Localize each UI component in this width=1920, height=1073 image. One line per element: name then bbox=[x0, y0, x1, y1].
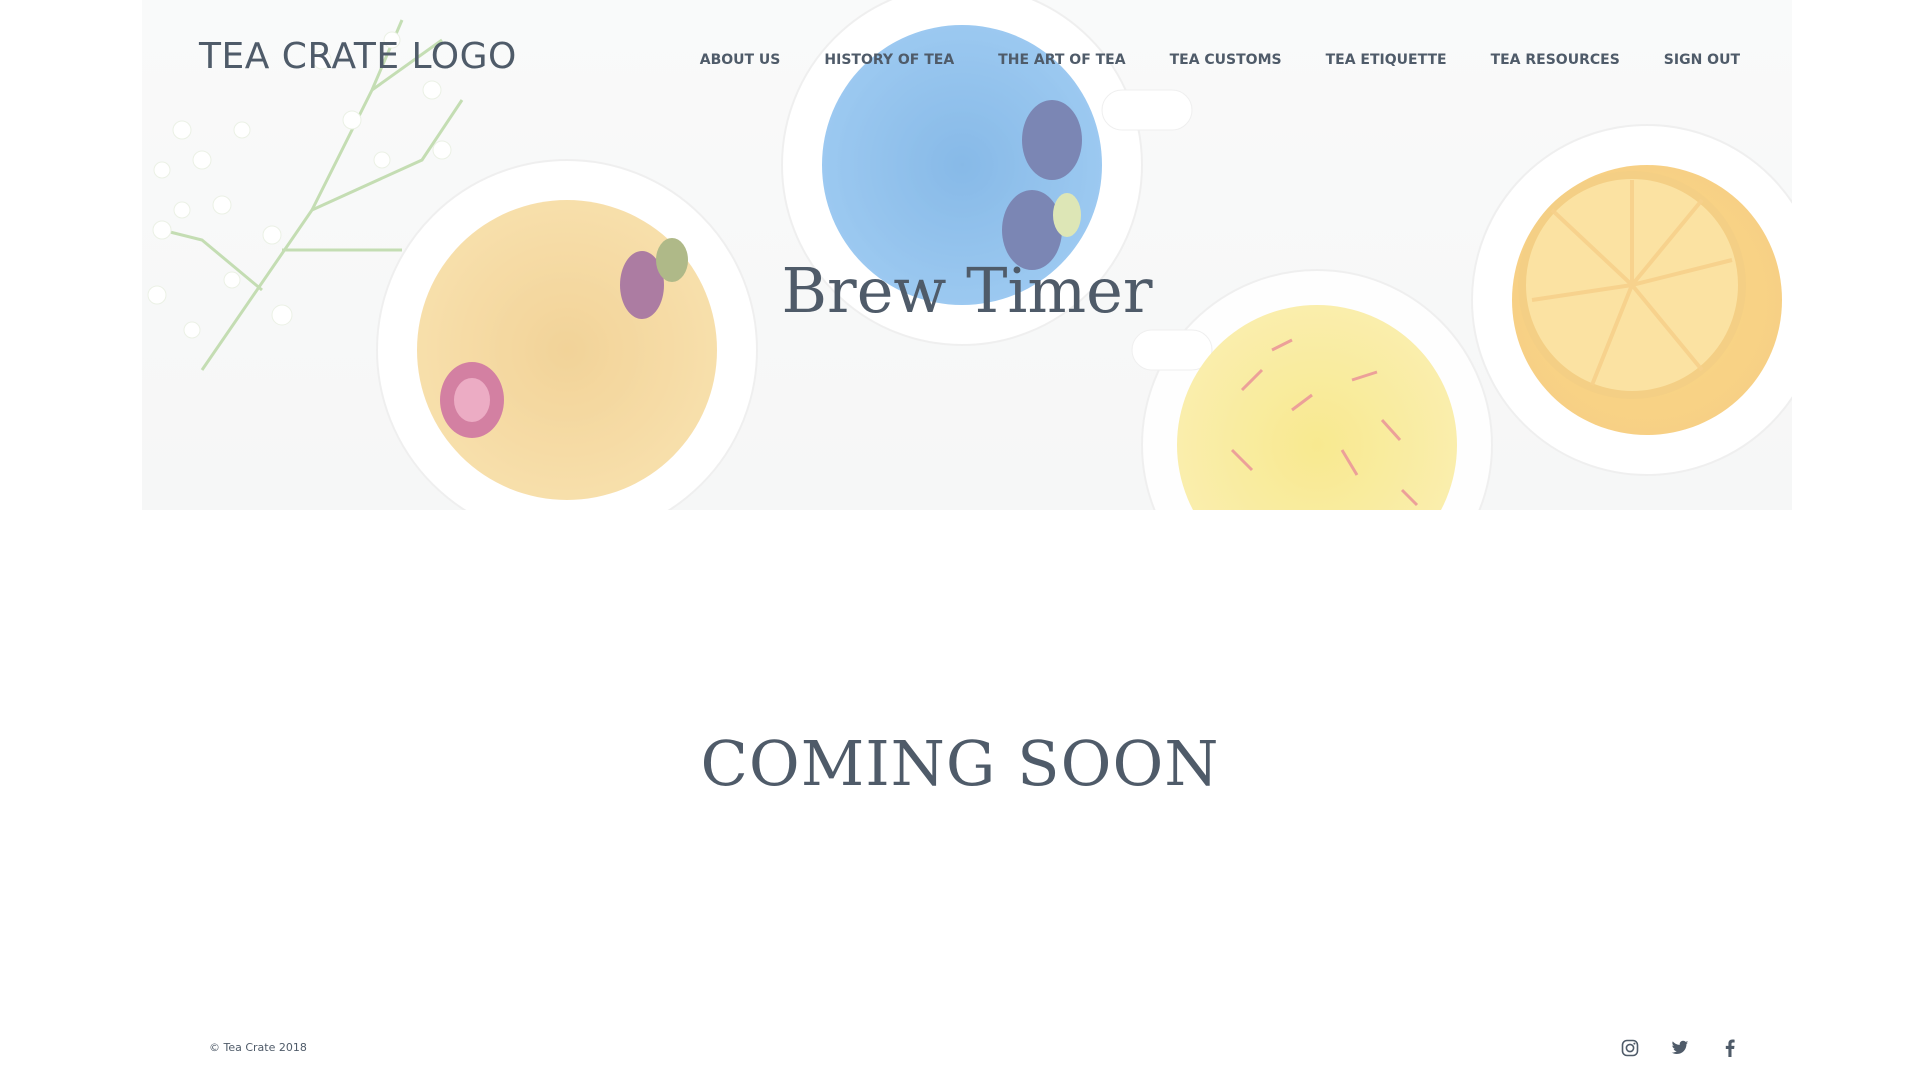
footer-copyright: © Tea Crate 2018 bbox=[209, 1041, 307, 1054]
nav-about-us[interactable]: ABOUT US bbox=[700, 52, 781, 68]
page: TEA CRATE LOGO ABOUT US HISTORY OF TEA T… bbox=[0, 0, 1920, 1073]
nav-tea-resources[interactable]: TEA RESOURCES bbox=[1491, 52, 1620, 68]
nav-tea-etiquette[interactable]: TEA ETIQUETTE bbox=[1326, 52, 1447, 68]
site-logo[interactable]: TEA CRATE LOGO bbox=[199, 36, 517, 77]
coming-soon-message: COMING SOON bbox=[700, 727, 1220, 800]
twitter-icon[interactable] bbox=[1670, 1038, 1690, 1058]
hero-title: Brew Timer bbox=[781, 254, 1153, 327]
main-nav: ABOUT US HISTORY OF TEA THE ART OF TEA T… bbox=[656, 52, 1740, 68]
instagram-icon[interactable] bbox=[1620, 1038, 1640, 1058]
nav-art-of-tea[interactable]: THE ART OF TEA bbox=[998, 52, 1125, 68]
nav-sign-out[interactable]: SIGN OUT bbox=[1664, 52, 1740, 68]
social-links bbox=[1590, 1038, 1740, 1058]
nav-history-of-tea[interactable]: HISTORY OF TEA bbox=[824, 52, 954, 68]
nav-tea-customs[interactable]: TEA CUSTOMS bbox=[1170, 52, 1282, 68]
facebook-icon[interactable] bbox=[1720, 1038, 1740, 1058]
hero-banner: TEA CRATE LOGO ABOUT US HISTORY OF TEA T… bbox=[142, 0, 1792, 510]
